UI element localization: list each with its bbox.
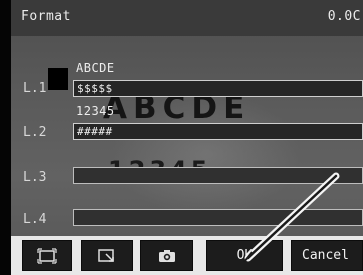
line-3-format-field[interactable] (73, 167, 363, 184)
ok-button[interactable]: OK (206, 240, 283, 271)
line-4-label: L.4 (23, 212, 47, 227)
camera-icon (157, 248, 177, 264)
cancel-button[interactable]: Cancel (291, 240, 363, 271)
zoom-window-button[interactable] (81, 240, 133, 271)
camera-button[interactable] (140, 240, 193, 271)
line-1-format-value: $$$$$ (77, 82, 113, 95)
header-value: 0.0C (327, 9, 361, 24)
line-3-label: L.3 (23, 170, 47, 185)
zoom-window-icon (97, 248, 117, 264)
line-2-format-field[interactable]: ##### (73, 123, 363, 140)
frame-button[interactable] (22, 240, 72, 271)
left-rail (0, 0, 11, 275)
format-screen: ABCDE 12345 Format 0.0C ABCDE L.1 $$$$$ … (0, 0, 363, 275)
line-2-sample: 12345 (76, 104, 115, 118)
line-1-format-field[interactable]: $$$$$ (73, 80, 363, 97)
line-4-format-field[interactable] (73, 209, 363, 226)
line-2-format-value: ##### (77, 125, 113, 138)
header-bar: Format 0.0C (11, 0, 363, 36)
page-title: Format (21, 9, 71, 24)
frame-icon (37, 247, 57, 264)
color-swatch[interactable] (48, 68, 68, 90)
line-1-label: L.1 (23, 81, 47, 96)
line-2-label: L.2 (23, 125, 47, 140)
line-1-sample: ABCDE (76, 61, 115, 75)
